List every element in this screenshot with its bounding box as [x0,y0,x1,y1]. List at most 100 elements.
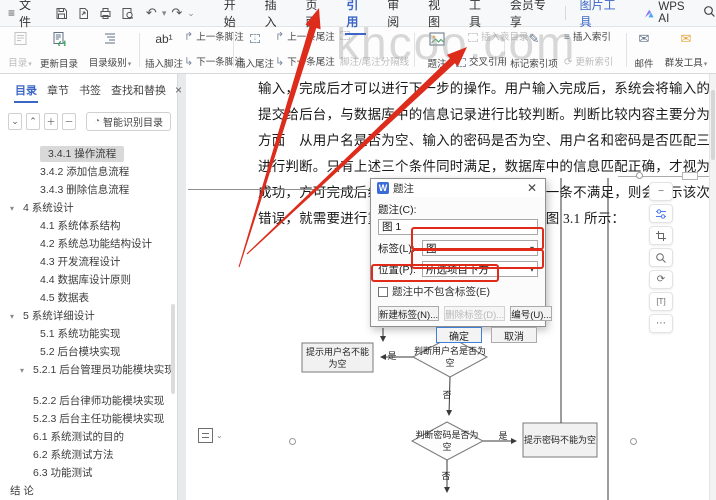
tag-select[interactable]: 图▾ [422,240,538,256]
magnifier-icon [655,252,667,264]
outline-item[interactable]: ▾4.1 系统体系结构 [0,217,177,235]
numbering-button[interactable]: 编号(U)... [510,306,552,321]
outline-item[interactable]: ▾5.2.3 后台主任功能模块实现 [0,410,177,428]
mass-mail-button[interactable]: ✉ 群发工具▾ [660,30,712,70]
position-row: 位置(P): 所选项目下方▾ [378,261,538,277]
menu-tab[interactable]: 视图 [417,0,458,35]
caption-button[interactable]: 题注 [421,30,453,70]
sidebar-tab[interactable]: 查找和替换 [106,80,171,100]
outline-toolbar: ⌄ ⌃ ＋ － ◔智能识别目录 [0,104,177,137]
outline-item[interactable]: ▾5.2.1 后台管理员功能模块实现 [0,361,177,379]
menu-tab[interactable]: 插入 [254,0,295,35]
outline-item[interactable]: ▾6.2 系统测试方法 [0,446,177,464]
print-preview-icon[interactable] [121,7,134,20]
mark-index-button[interactable]: ✎ 标记索引项 [508,30,560,70]
next-endnote-button[interactable]: ↳下一条尾注 [275,56,335,69]
chevron-down-icon: ▾ [530,244,534,253]
outline-item[interactable]: ▾3.4.3 删除信息流程 [0,181,177,199]
undo-icon[interactable]: ↶ [146,5,157,21]
selection-handle-right[interactable] [630,438,637,445]
save-icon[interactable] [55,7,68,20]
more-dropdown-icon[interactable]: ⌄ [187,8,195,19]
wps-ai-button[interactable]: WPS AI [644,1,693,25]
outline-item[interactable]: ▾5.2.2 后台律师功能模块实现 [0,392,177,410]
rotate-button[interactable]: ⟳ [649,270,673,289]
selection-handle-left[interactable] [289,438,296,445]
output-icon[interactable] [77,7,90,20]
menu-tab[interactable]: 引用 [335,0,376,35]
more-tools-button[interactable]: ⋯ [649,314,673,333]
outline-item[interactable]: ▾4.3 开发流程设计 [0,253,177,271]
flowchart-rect-password: 提示密码不能为空 [524,426,596,454]
demote-button[interactable]: － [62,113,76,130]
smart-toc-button[interactable]: ◔智能识别目录 [86,112,171,131]
toc-level-icon [103,30,118,47]
mass-mail-icon: ✉ [681,30,692,47]
toc-button[interactable]: 目录▾ [4,30,36,70]
menu-tab[interactable]: 工具 [458,0,499,35]
zoom-button[interactable] [649,248,673,267]
outline-item[interactable]: ▾4.2 系统总功能结构设计 [0,235,177,253]
dialog-titlebar[interactable]: W 题注 ✕ [371,179,545,197]
sidebar-scrollbar[interactable] [171,304,175,394]
toc-level-button[interactable]: 目录级别▾ [84,30,136,70]
next-footnote-button[interactable]: ↳下一条脚注 [184,56,244,69]
collapse-toolbar-button[interactable]: − [649,182,673,201]
outline-item[interactable]: ▾结 论 [0,482,177,500]
expand-arrow-icon[interactable]: ▾ [10,308,23,325]
menu-tab[interactable]: 页面 [295,0,336,35]
outline-item[interactable]: ▾5.1 系统功能实现 [0,325,177,343]
outline-item[interactable]: ▾4 系统设计 [0,199,177,217]
mail-button[interactable]: ✉ 邮件 [630,30,658,70]
update-index-icon: ⟳ [564,56,572,69]
sidebar-close-icon[interactable]: × [175,83,182,97]
menu-tab[interactable]: 审阅 [376,0,417,35]
menu-tab[interactable]: 开始 [213,0,254,35]
outline-item[interactable]: ▾6.3 功能测试 [0,464,177,482]
scrollbar-thumb[interactable] [711,90,715,160]
layout-options-button[interactable]: ⌄ [198,428,223,443]
outline-item[interactable]: ▾4.4 数据库设计原则 [0,271,177,289]
file-menu-button[interactable]: ≡ 文件 [0,0,49,30]
print-icon[interactable] [99,7,112,20]
position-select[interactable]: 所选项目下方▾ [422,261,538,277]
sidebar-tab[interactable]: 书签 [74,80,106,100]
outline-item[interactable]: ▾4.5 数据表 [0,289,177,307]
crop-button[interactable] [649,226,673,245]
expand-arrow-icon[interactable]: ▾ [20,362,33,379]
dialog-close-icon[interactable]: ✕ [525,181,539,195]
collapse-button[interactable]: ⌄ [8,113,22,130]
image-adjust-button[interactable] [649,204,673,223]
undo-dropdown-icon[interactable]: ▾ [162,8,167,19]
caption-field-label: 题注(C): [378,202,538,217]
sidebar-tab[interactable]: 章节 [42,80,74,100]
outline-item[interactable]: ▾3.4.2 添加信息流程 [0,163,177,181]
expand-arrow-icon[interactable]: ▾ [10,200,23,217]
insert-index-icon: ≡ [564,31,570,44]
outline-item[interactable]: ▾6.1 系统测试的目的 [0,428,177,446]
menu-tab[interactable]: 会员专享 [499,0,559,35]
update-toc-icon [52,30,67,47]
expand-button[interactable]: ⌃ [26,113,40,130]
insert-footnote-button[interactable]: ab¹ 插入脚注 [145,30,183,70]
outline-item[interactable]: ▾5.2 后台模块实现 [0,343,177,361]
selection-handle-top[interactable] [636,172,643,179]
new-tag-button[interactable]: 新建标签(N)... [378,306,439,321]
outline-item[interactable]: ▾3.4.1 操作流程 [0,145,177,163]
tab-picture-tools[interactable]: 图片工具 [572,0,630,35]
separator-group: ≡ 脚注/尾注分隔线 [340,31,410,69]
redo-icon[interactable]: ↷ [171,5,182,21]
extract-text-button[interactable]: [T] [649,292,673,311]
sidebar-tab[interactable]: 目录 [10,80,42,100]
dialog-title: 题注 [393,181,525,196]
caption-input[interactable]: 图 1 [378,219,538,235]
vertical-scrollbar[interactable] [709,74,716,500]
search-icon[interactable] [703,5,716,21]
ok-button[interactable]: 确定 [436,327,482,343]
update-toc-button[interactable]: 更新目录 [36,30,82,70]
insert-endnote-button[interactable]: ↓ 插入尾注 [237,30,273,70]
exclude-tag-checkbox[interactable] [378,287,388,297]
outline-item[interactable]: ▾5 系统详细设计 [0,307,177,325]
cancel-button[interactable]: 取消 [491,327,537,343]
promote-button[interactable]: ＋ [44,113,58,130]
